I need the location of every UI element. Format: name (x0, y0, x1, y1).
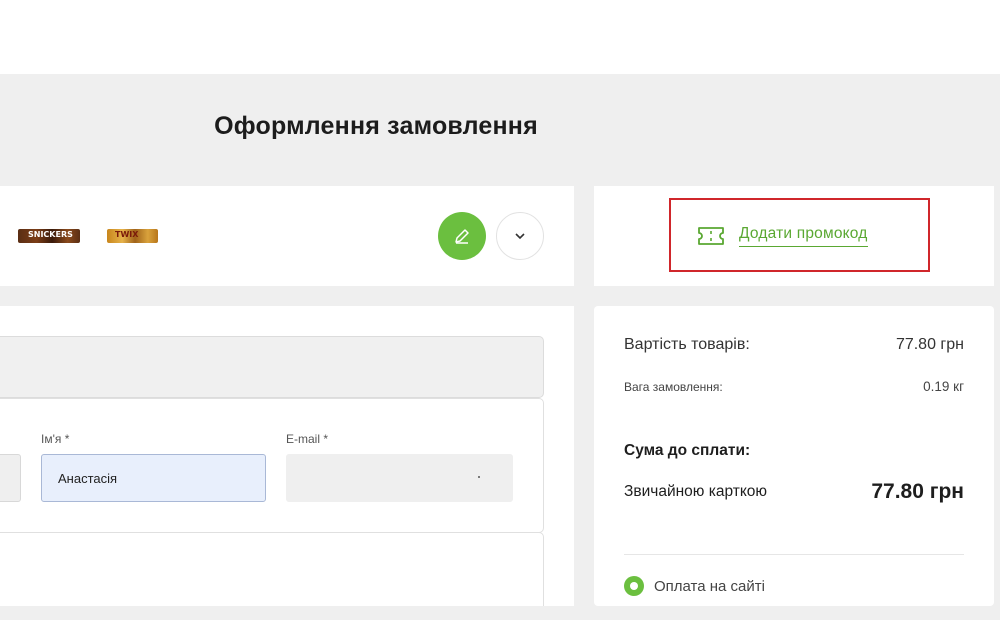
pencil-icon (455, 229, 469, 244)
twix-bar-thumbnail: TWIX (107, 229, 158, 243)
product-thumb-label: TWIX (115, 230, 139, 239)
product-thumb-label: SNICKERS (28, 230, 73, 239)
last-name-input[interactable] (0, 454, 21, 502)
form-header-box (0, 336, 544, 398)
page-title: Оформлення замовлення (214, 112, 538, 140)
snickers-bar-thumbnail: SNICKERS (18, 229, 80, 243)
order-products-card (0, 186, 574, 286)
payment-option-label: Оплата на сайті (654, 577, 765, 595)
card-payment-total-row: Звичайною карткою 77.80 грн (624, 480, 964, 504)
order-weight-row: Вага замовлення: 0.19 кг (624, 379, 964, 394)
card-payment-label: Звичайною карткою (624, 483, 768, 500)
email-input[interactable] (286, 454, 513, 502)
goods-cost-label: Вартість товарів: (624, 336, 750, 353)
first-name-label: Ім'я * (41, 432, 70, 446)
top-header-bar (0, 0, 1000, 74)
summary-divider (624, 554, 964, 555)
radio-dot (630, 582, 638, 590)
total-due-heading: Сума до сплати: (624, 442, 751, 459)
delivery-fields-box (0, 532, 544, 612)
order-weight-label: Вага замовлення: (624, 380, 723, 394)
first-name-input[interactable]: Анастасія (41, 454, 266, 502)
goods-cost-value: 77.80 грн (895, 336, 964, 353)
total-amount: 77.80 грн (871, 480, 964, 503)
email-cursor-mark (478, 476, 480, 478)
expand-products-button[interactable] (496, 212, 544, 260)
promo-label[interactable]: Додати промокод (739, 225, 868, 247)
bottom-scroll-edge (0, 606, 1000, 620)
email-label: E-mail * (286, 432, 329, 446)
add-promocode-link[interactable]: Додати промокод (697, 224, 868, 248)
goods-cost-row: Вартість товарів: 77.80 грн (624, 336, 964, 354)
chevron-down-icon (515, 233, 525, 240)
payment-radio-selected[interactable] (624, 576, 644, 596)
ticket-icon (698, 227, 724, 245)
payment-option-online[interactable]: Оплата на сайті (624, 576, 765, 596)
edit-order-button[interactable] (438, 212, 486, 260)
order-weight-value: 0.19 кг (923, 379, 964, 394)
